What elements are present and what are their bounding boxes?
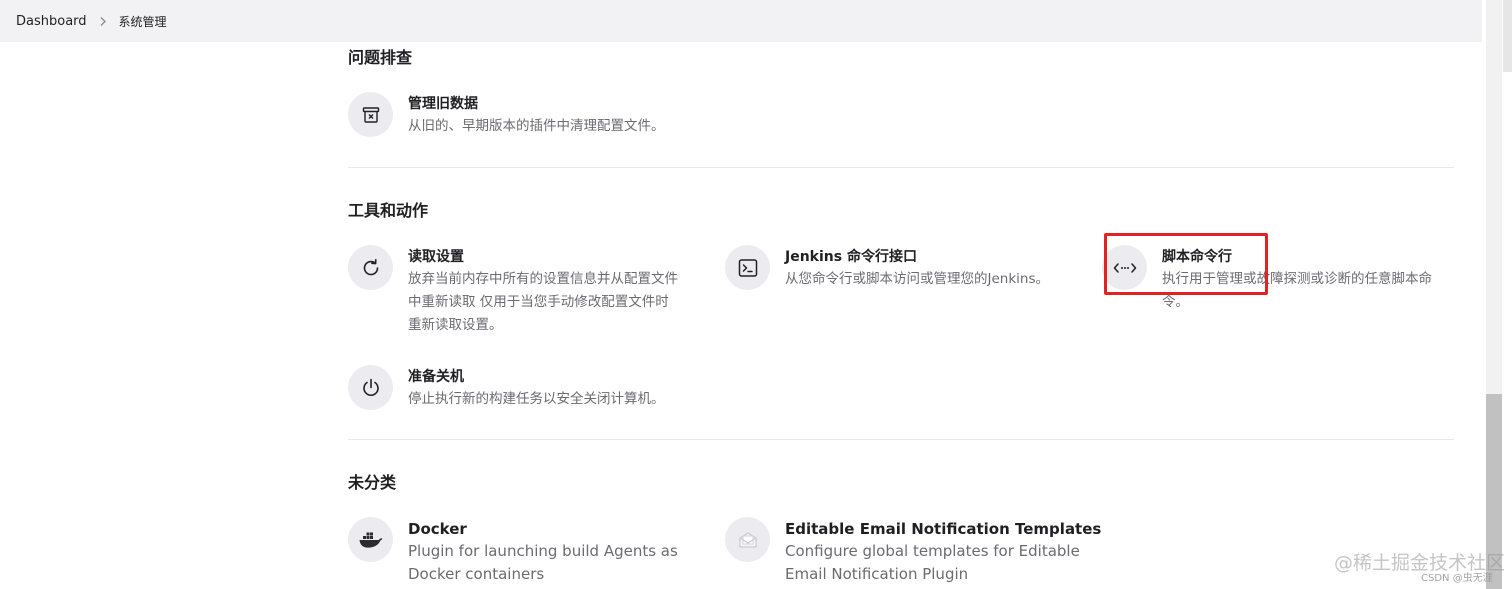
manage-old-data-desc: 从旧的、早期版本的插件中清理配置文件。 — [408, 118, 665, 134]
script-console-desc-line-1: 执行用于管理或故障探测或诊断的任意脚本命 — [1162, 271, 1432, 287]
email-templates-title: Editable Email Notification Templates — [785, 520, 1102, 538]
email-templates-item[interactable]: Editable Email Notification Templates Co… — [725, 517, 1145, 586]
section-title-tools: 工具和动作 — [348, 201, 429, 220]
script-console-desc-line-2: 令。 — [1162, 294, 1189, 310]
manage-old-data-title: 管理旧数据 — [408, 96, 478, 112]
section-title-troubleshooting: 问题排查 — [348, 48, 413, 67]
reload-icon — [348, 245, 393, 290]
code-icon — [1102, 245, 1147, 290]
script-console-title: 脚本命令行 — [1162, 249, 1232, 265]
reload-configuration-item[interactable]: 读取设置 放弃当前内存中所有的设置信息并从配置文件 中重新读取 仅用于当您手动修… — [348, 245, 698, 337]
docker-whale-icon — [348, 517, 393, 562]
prepare-shutdown-title: 准备关机 — [408, 369, 464, 385]
jenkins-cli-desc: 从您命令行或脚本访问或管理您的Jenkins。 — [785, 271, 1050, 287]
jenkins-cli-title: Jenkins 命令行接口 — [785, 249, 917, 265]
email-templates-desc-line-1: Configure global templates for Editable — [785, 542, 1080, 560]
prepare-shutdown-desc: 停止执行新的构建任务以安全关闭计算机。 — [408, 391, 665, 407]
script-console-item[interactable]: 脚本命令行 执行用于管理或故障探测或诊断的任意脚本命 令。 — [1102, 245, 1452, 314]
reload-configuration-desc-line-2: 中重新读取 仅用于当您手动修改配置文件时 — [408, 294, 669, 310]
breadcrumb: Dashboard 系统管理 — [0, 0, 1482, 42]
scrollbar-upper-strip — [1503, 0, 1512, 72]
email-template-icon — [725, 517, 770, 562]
breadcrumb-current: 系统管理 — [118, 14, 167, 29]
terminal-icon — [725, 245, 770, 290]
breadcrumb-dashboard-link[interactable]: Dashboard — [16, 14, 87, 29]
reload-configuration-desc-line-3: 重新读取设置。 — [408, 317, 503, 333]
manage-old-data-item[interactable]: 管理旧数据 从旧的、早期版本的插件中清理配置文件。 — [348, 92, 708, 138]
watermark-csdn: CSDN @虫无涯 — [1421, 573, 1493, 584]
docker-desc-line-1: Plugin for launching build Agents as — [408, 542, 678, 560]
archive-x-icon — [348, 92, 393, 137]
reload-configuration-title: 读取设置 — [408, 249, 464, 265]
docker-desc-line-2: Docker containers — [408, 565, 545, 583]
jenkins-cli-item[interactable]: Jenkins 命令行接口 从您命令行或脚本访问或管理您的Jenkins。 — [725, 245, 1085, 291]
docker-item[interactable]: Docker Plugin for launching build Agents… — [348, 517, 698, 586]
section-divider — [348, 439, 1454, 440]
section-title-uncategorized: 未分类 — [348, 473, 397, 492]
chevron-right-icon — [99, 16, 107, 27]
prepare-shutdown-item[interactable]: 准备关机 停止执行新的构建任务以安全关闭计算机。 — [348, 365, 748, 411]
reload-configuration-desc-line-1: 放弃当前内存中所有的设置信息并从配置文件 — [408, 271, 678, 287]
section-divider — [348, 167, 1454, 168]
power-icon — [348, 365, 393, 410]
email-templates-desc-line-2: Email Notification Plugin — [785, 565, 969, 583]
docker-title: Docker — [408, 520, 467, 538]
